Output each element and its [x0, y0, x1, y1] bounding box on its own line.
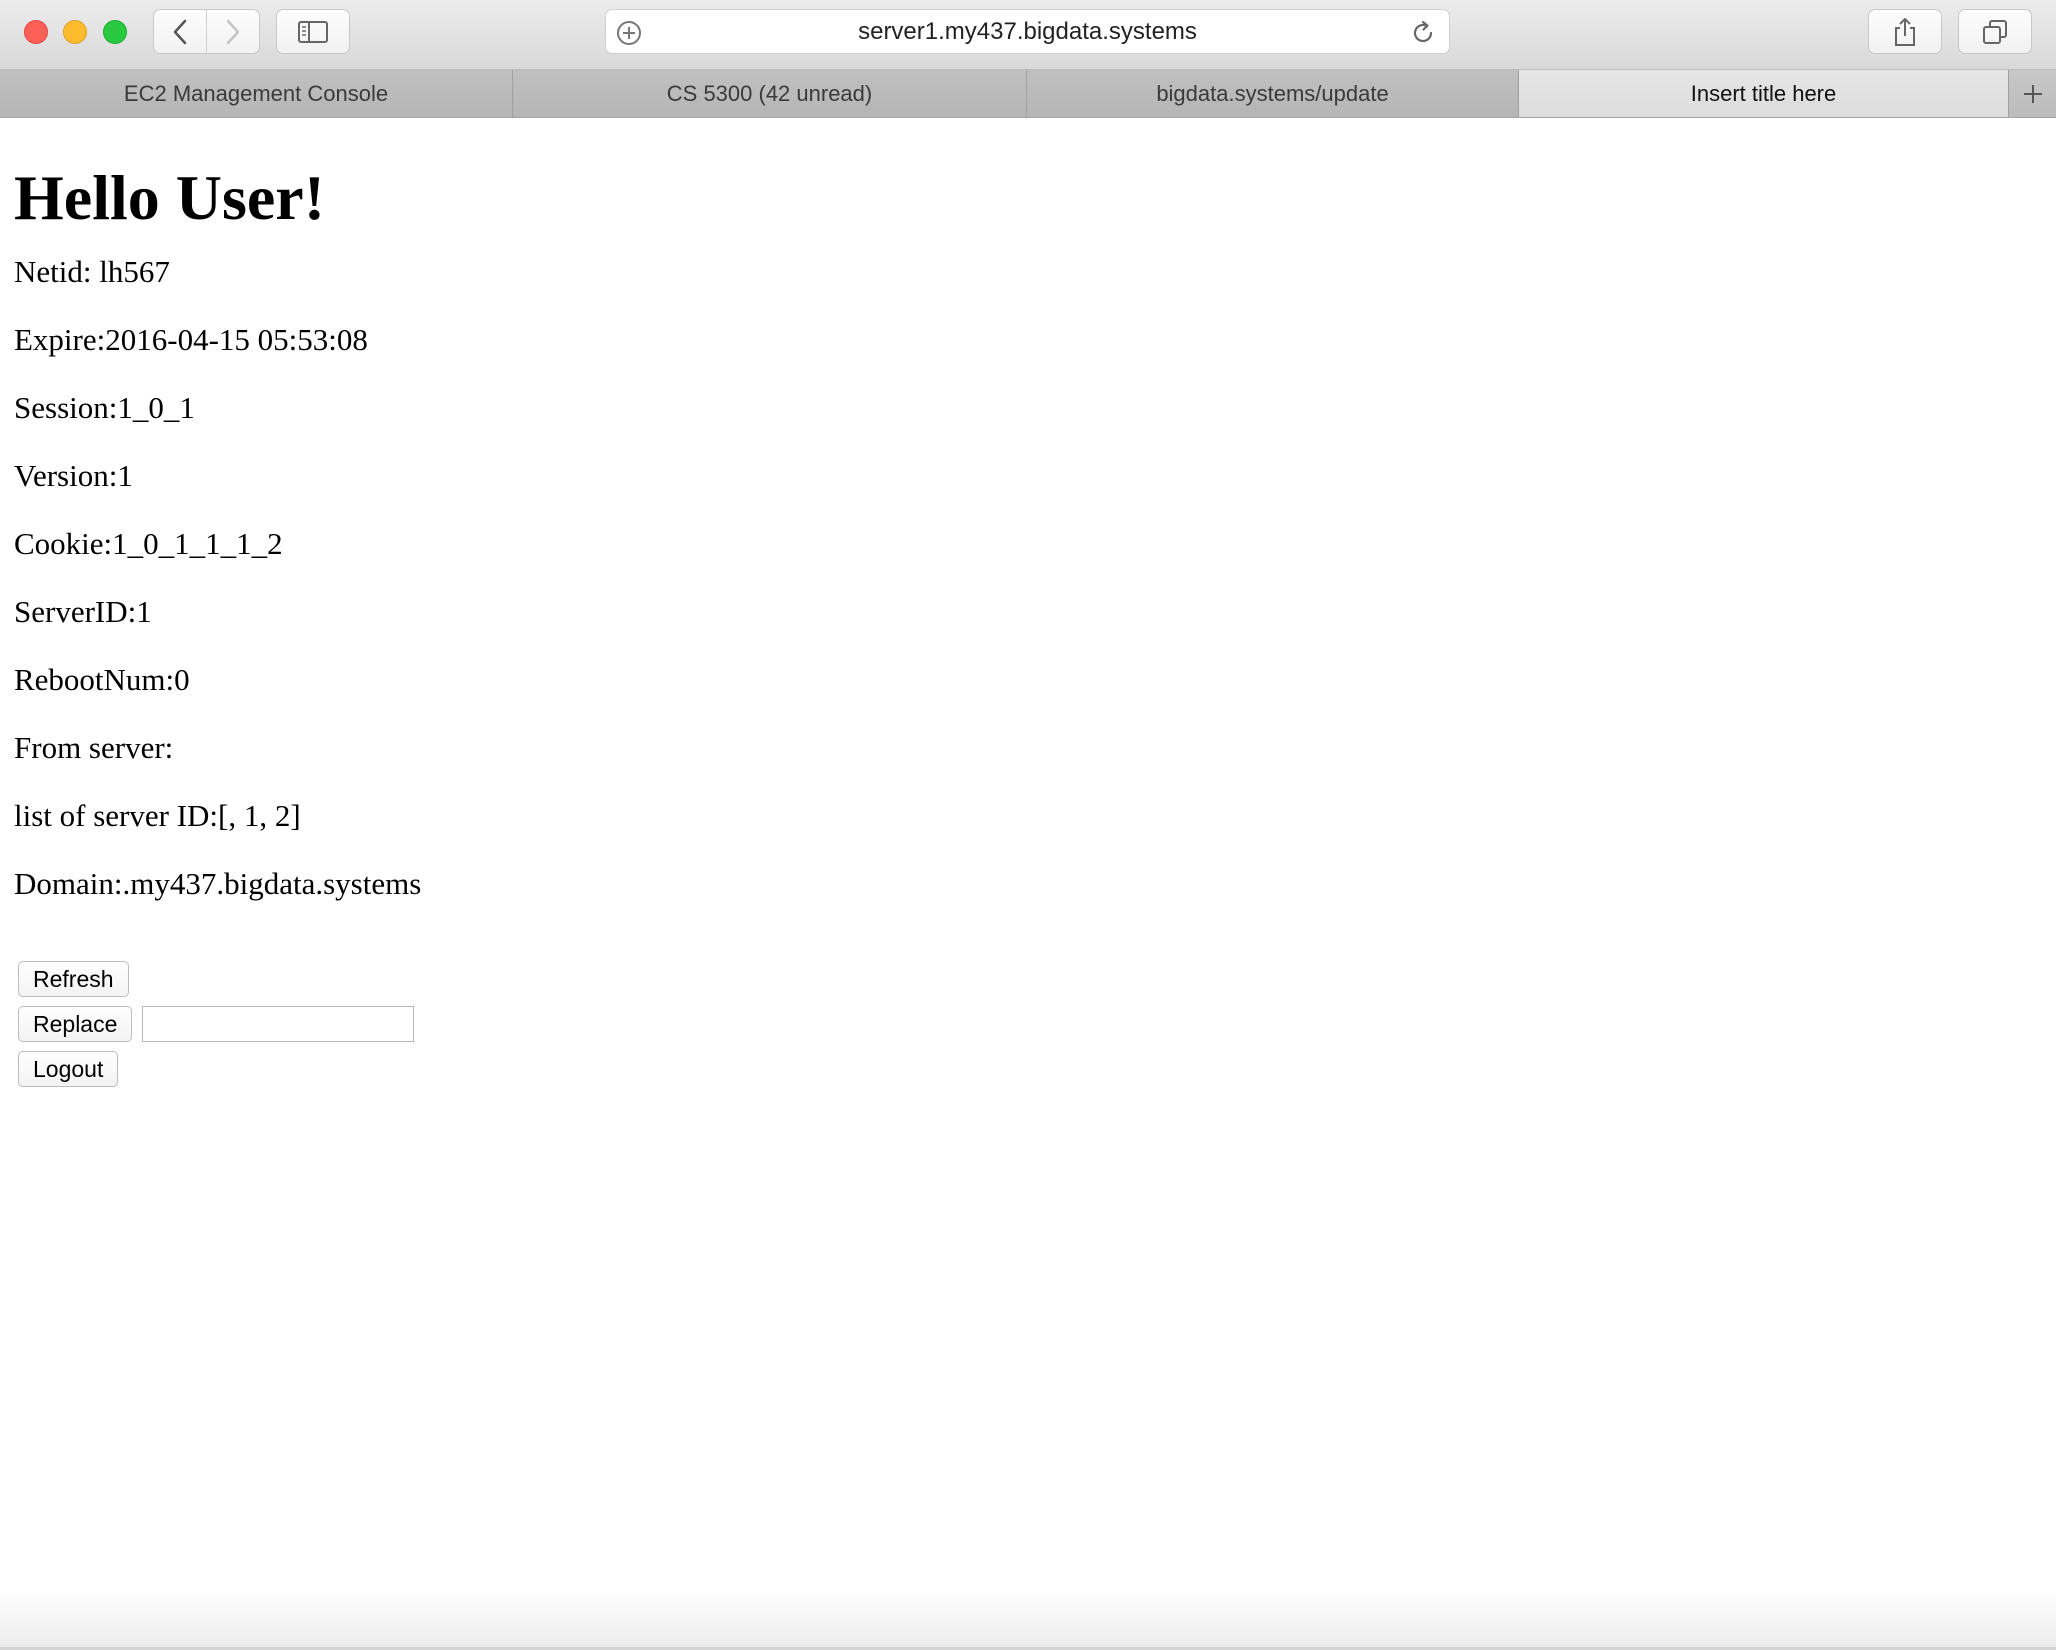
navigation-buttons [153, 9, 260, 54]
expire-text: Expire:2016-04-15 05:53:08 [14, 322, 368, 357]
netid-text: Netid: lh567 [14, 254, 170, 289]
tab-ec2-console[interactable]: EC2 Management Console [0, 70, 513, 117]
server-id-text: ServerID:1 [14, 594, 152, 629]
address-url[interactable]: server1.my437.bigdata.systems [606, 10, 1449, 53]
cookie-text: Cookie:1_0_1_1_1_2 [14, 526, 283, 561]
sidebar-button[interactable] [276, 9, 350, 54]
chevron-right-icon [226, 19, 240, 44]
session-form: Refresh Replace Logout [18, 961, 415, 1087]
tab-label: EC2 Management Console [123, 80, 389, 106]
logout-button[interactable]: Logout [18, 1051, 119, 1087]
logout-row: Logout [18, 1051, 414, 1087]
page-content: Hello User! Netid: lh567 Expire:2016-04-… [14, 118, 421, 902]
plus-icon [2023, 84, 2042, 103]
refresh-button[interactable]: Refresh [18, 961, 129, 997]
server-list-text: list of server ID:[, 1, 2] [14, 798, 301, 833]
window-bottom-edge [0, 1590, 2056, 1650]
replace-input[interactable] [142, 1006, 415, 1042]
reload-icon[interactable] [1409, 19, 1437, 52]
zoom-icon[interactable] [103, 20, 127, 44]
tab-label: bigdata.systems/update [1156, 80, 1389, 106]
sidebar-icon [298, 20, 328, 43]
share-icon [1895, 17, 1915, 46]
tab-bar: EC2 Management Console CS 5300 (42 unrea… [0, 70, 2056, 118]
tabs-icon [1983, 19, 2007, 44]
browser-toolbar: server1.my437.bigdata.systems [0, 0, 2056, 70]
refresh-row: Refresh [18, 961, 414, 997]
new-tab-button[interactable] [2009, 70, 2056, 117]
reboot-num-text: RebootNum:0 [14, 662, 190, 697]
back-button[interactable] [154, 10, 206, 53]
tab-label: CS 5300 (42 unread) [666, 80, 873, 106]
tab-label: Insert title here [1690, 80, 1837, 106]
tabs-overview-button[interactable] [1958, 9, 2032, 54]
version-text: Version:1 [14, 458, 133, 493]
minimize-icon[interactable] [63, 20, 87, 44]
close-icon[interactable] [24, 20, 48, 44]
tab-cs5300[interactable]: CS 5300 (42 unread) [513, 70, 1027, 117]
page-heading: Hello User! [14, 162, 325, 233]
domain-text: Domain:.my437.bigdata.systems [14, 866, 422, 901]
tab-insert-title[interactable]: Insert title here [1519, 70, 2009, 117]
share-button[interactable] [1868, 9, 1942, 54]
from-server-text: From server: [14, 730, 174, 765]
forward-button[interactable] [206, 10, 259, 53]
chevron-left-icon [173, 19, 187, 44]
address-bar[interactable]: server1.my437.bigdata.systems [605, 9, 1450, 54]
replace-row: Replace [18, 1006, 415, 1042]
session-text: Session:1_0_1 [14, 390, 195, 425]
tab-bigdata-update[interactable]: bigdata.systems/update [1027, 70, 1519, 117]
replace-button[interactable]: Replace [18, 1006, 133, 1042]
